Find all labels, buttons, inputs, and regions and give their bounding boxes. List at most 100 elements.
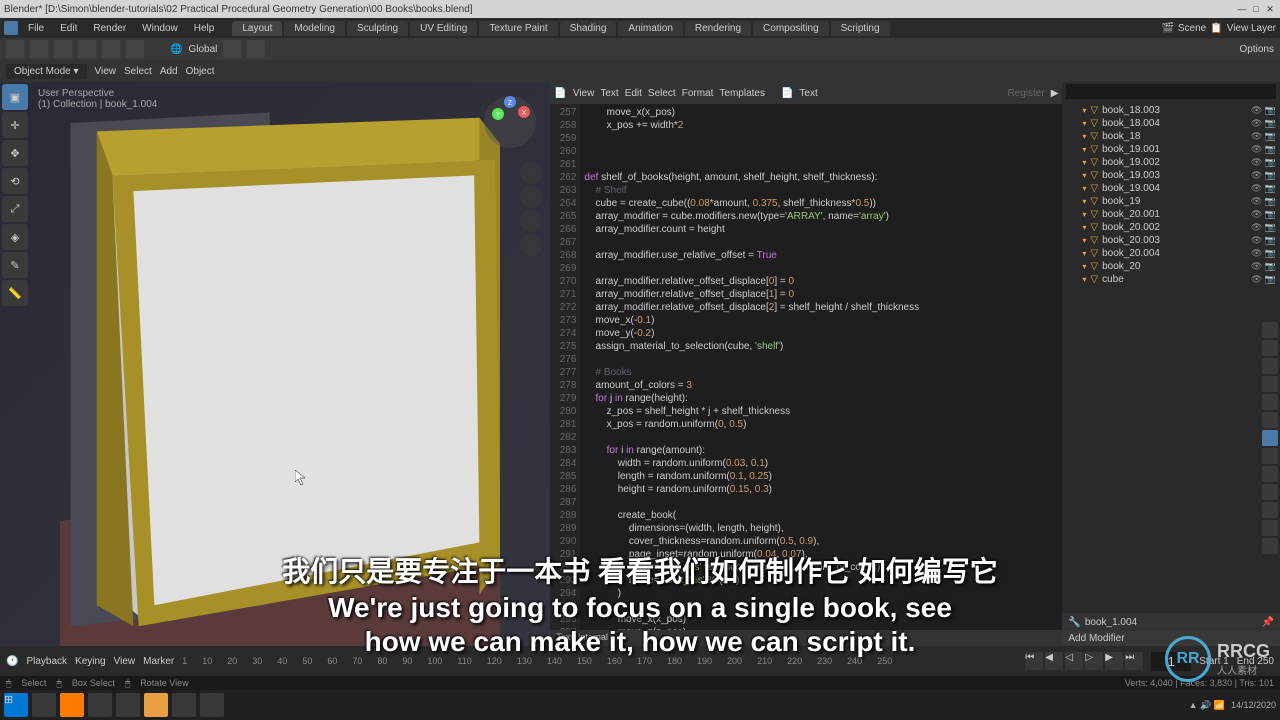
pivot-icon[interactable]	[223, 40, 241, 58]
maximize-button[interactable]: □	[1250, 3, 1262, 15]
mode-dropdown[interactable]: Object Mode ▾	[6, 64, 87, 79]
outliner[interactable]: ▾▽book_18.003👁 📷▾▽book_18.004👁 📷▾▽book_1…	[1062, 102, 1280, 613]
tab-modeling[interactable]: Modeling	[284, 21, 345, 36]
snap-icon[interactable]	[54, 40, 72, 58]
taskbar-date[interactable]: 14/12/2020	[1231, 700, 1276, 710]
perspective-icon[interactable]	[520, 234, 542, 256]
menu-render[interactable]: Render	[87, 21, 132, 36]
prev-keyframe-button[interactable]: ◀	[1045, 652, 1063, 670]
tab-layout[interactable]: Layout	[232, 21, 282, 36]
text-menu-select[interactable]: Select	[648, 88, 676, 99]
outliner-item[interactable]: ▾▽cube👁 📷	[1062, 273, 1280, 286]
timeline-marker[interactable]: Marker	[143, 656, 174, 667]
app1-icon[interactable]	[116, 693, 140, 717]
menu-window[interactable]: Window	[136, 21, 184, 36]
mode-menu-view[interactable]: View	[95, 66, 117, 77]
forward-button[interactable]: ⏭	[1125, 652, 1143, 670]
measure-tool[interactable]: 📏	[2, 280, 28, 306]
menu-edit[interactable]: Edit	[54, 21, 83, 36]
transform-tool[interactable]: ◈	[2, 224, 28, 250]
texteditor-icon[interactable]: 📄	[554, 88, 566, 99]
outliner-item[interactable]: ▾▽book_20👁 📷	[1062, 260, 1280, 273]
timeline-view[interactable]: View	[114, 656, 136, 667]
rotate-tool[interactable]: ⟲	[2, 168, 28, 194]
pan-icon[interactable]	[520, 186, 542, 208]
constraint-props-icon[interactable]	[1262, 484, 1278, 500]
start-button[interactable]: ⊞	[4, 693, 28, 717]
tab-compositing[interactable]: Compositing	[753, 21, 829, 36]
text-menu-view[interactable]: View	[573, 88, 595, 99]
navigation-gizmo[interactable]: X Y Z	[480, 92, 540, 152]
snap4-icon[interactable]	[126, 40, 144, 58]
app2-icon[interactable]	[172, 693, 196, 717]
timeline-icon[interactable]: 🕐	[6, 656, 18, 667]
outliner-item[interactable]: ▾▽book_19👁 📷	[1062, 195, 1280, 208]
minimize-button[interactable]: —	[1236, 3, 1248, 15]
tab-animation[interactable]: Animation	[618, 21, 682, 36]
outliner-item[interactable]: ▾▽book_18👁 📷	[1062, 130, 1280, 143]
outliner-item[interactable]: ▾▽book_20.004👁 📷	[1062, 247, 1280, 260]
cursor-tool[interactable]: ✛	[2, 112, 28, 138]
firefox-icon[interactable]	[60, 693, 84, 717]
texture-props-icon[interactable]	[1262, 538, 1278, 554]
close-button[interactable]: ✕	[1264, 3, 1276, 15]
register-checkbox[interactable]: Register	[1007, 88, 1044, 99]
outliner-item[interactable]: ▾▽book_19.001👁 📷	[1062, 143, 1280, 156]
text-menu-text[interactable]: Text	[600, 88, 618, 99]
tab-shading[interactable]: Shading	[560, 21, 617, 36]
tray-icons[interactable]: ▲ 🔊 📶	[1189, 700, 1225, 711]
physics-props-icon[interactable]	[1262, 466, 1278, 482]
snap3-icon[interactable]	[102, 40, 120, 58]
camera-icon[interactable]	[520, 210, 542, 232]
outliner-item[interactable]: ▾▽book_19.003👁 📷	[1062, 169, 1280, 182]
timeline-playback[interactable]: Playback	[26, 656, 67, 667]
blender-taskbar-icon[interactable]	[144, 693, 168, 717]
tab-texture-paint[interactable]: Texture Paint	[479, 21, 557, 36]
timeline-keying[interactable]: Keying	[75, 656, 106, 667]
snap-toggle-icon[interactable]	[247, 40, 265, 58]
options-dropdown[interactable]: Options	[1240, 44, 1274, 55]
particle-props-icon[interactable]	[1262, 448, 1278, 464]
viewlayer-props-icon[interactable]	[1262, 358, 1278, 374]
scene-name[interactable]: Scene	[1178, 23, 1206, 34]
outliner-item[interactable]: ▾▽book_19.004👁 📷	[1062, 182, 1280, 195]
tab-scripting[interactable]: Scripting	[831, 21, 890, 36]
zoom-icon[interactable]	[520, 162, 542, 184]
orientation-dropdown[interactable]: Global	[188, 44, 217, 55]
outliner-item[interactable]: ▾▽book_20.002👁 📷	[1062, 221, 1280, 234]
move-tool[interactable]: ✥	[2, 140, 28, 166]
outliner-search[interactable]	[1066, 84, 1276, 99]
outliner-item[interactable]: ▾▽book_20.001👁 📷	[1062, 208, 1280, 221]
menu-file[interactable]: File	[22, 21, 50, 36]
play-reverse-button[interactable]: ◁	[1065, 652, 1083, 670]
explorer-icon[interactable]	[88, 693, 112, 717]
annotate-tool[interactable]: ✎	[2, 252, 28, 278]
mode-menu-select[interactable]: Select	[124, 66, 152, 77]
outliner-item[interactable]: ▾▽book_20.003👁 📷	[1062, 234, 1280, 247]
object-props-icon[interactable]	[1262, 412, 1278, 428]
outliner-item[interactable]: ▾▽book_18.003👁 📷	[1062, 104, 1280, 117]
3d-viewport[interactable]: ▣ ✛ ✥ ⟲ ⤢ ◈ ✎ 📏 User Perspective (1) Col…	[0, 82, 550, 646]
text-menu-format[interactable]: Format	[682, 88, 714, 99]
text-menu-edit[interactable]: Edit	[625, 88, 642, 99]
tab-sculpting[interactable]: Sculpting	[347, 21, 408, 36]
timeline-ruler[interactable]: 1102030405060708090100110120130140150160…	[182, 656, 1017, 666]
output-props-icon[interactable]	[1262, 340, 1278, 356]
render-props-icon[interactable]	[1262, 322, 1278, 338]
next-keyframe-button[interactable]: ▶	[1105, 652, 1123, 670]
menu-help[interactable]: Help	[188, 21, 221, 36]
play-button[interactable]: ▷	[1085, 652, 1103, 670]
tab-uv-editing[interactable]: UV Editing	[410, 21, 477, 36]
modifier-props-icon[interactable]	[1262, 430, 1278, 446]
mode-menu-object[interactable]: Object	[186, 66, 215, 77]
app3-icon[interactable]	[200, 693, 224, 717]
world-props-icon[interactable]	[1262, 394, 1278, 410]
blender-logo-icon[interactable]	[4, 21, 18, 35]
viewlayer-name[interactable]: View Layer	[1227, 23, 1276, 34]
run-script-button[interactable]: ▶	[1051, 88, 1059, 99]
outliner-item[interactable]: ▾▽book_18.004👁 📷	[1062, 117, 1280, 130]
material-props-icon[interactable]	[1262, 520, 1278, 536]
tab-rendering[interactable]: Rendering	[685, 21, 751, 36]
select-box-tool[interactable]: ▣	[2, 84, 28, 110]
text-menu-templates[interactable]: Templates	[719, 88, 765, 99]
